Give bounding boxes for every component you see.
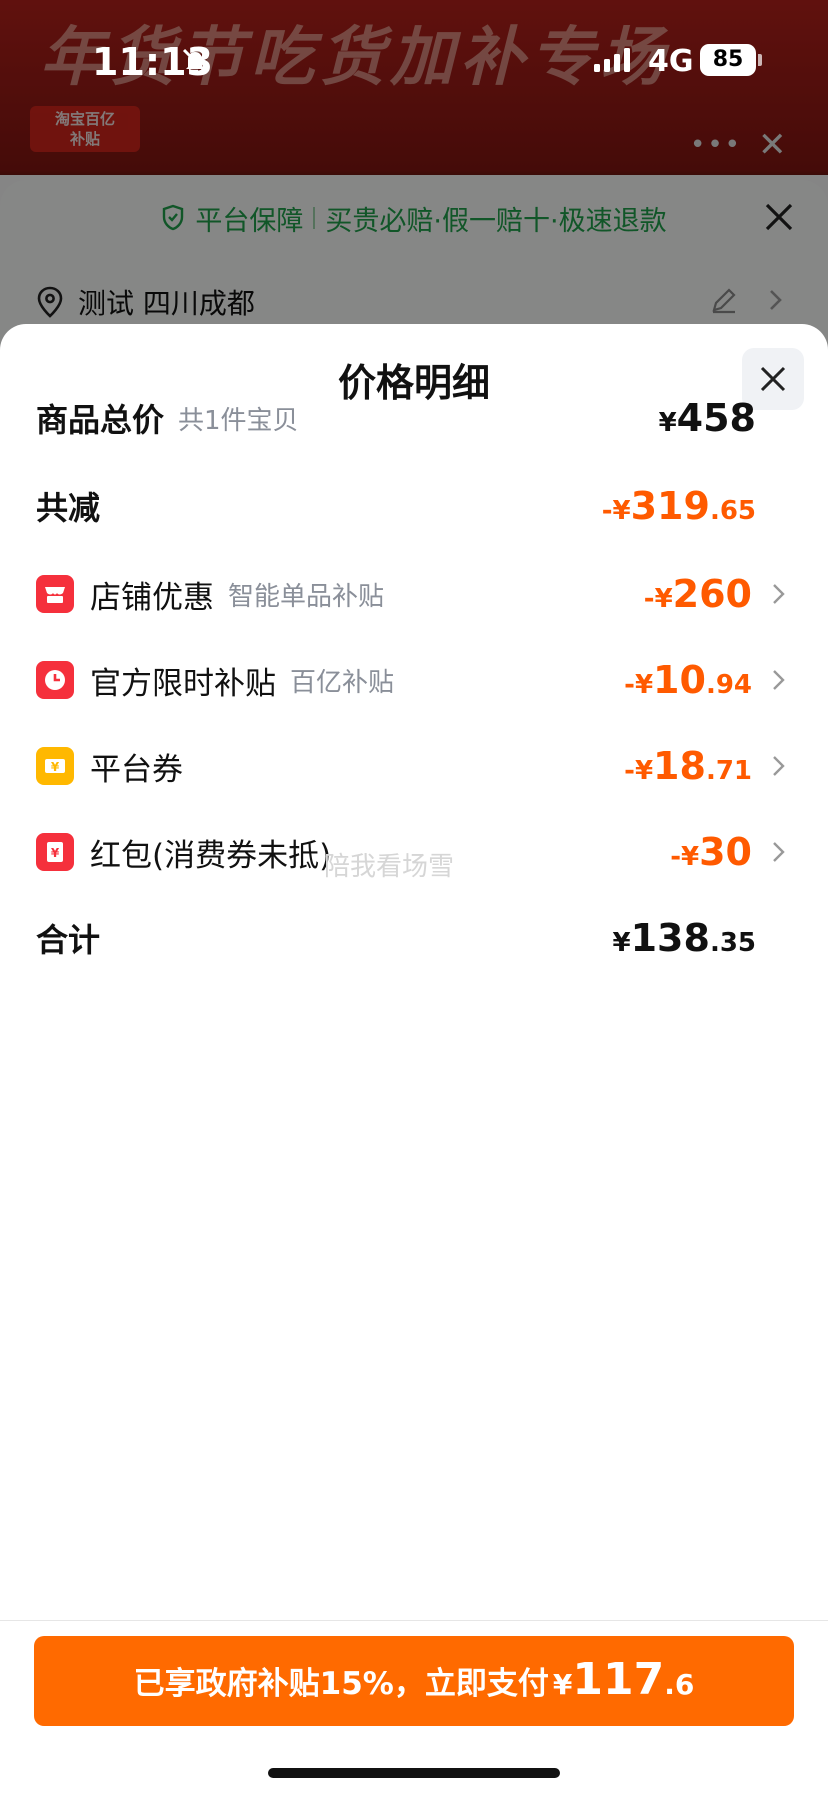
- pay-button-label: 已享政府补贴15%，立即支付: [133, 1666, 549, 1702]
- chevron-right-icon[interactable]: [772, 582, 786, 606]
- currency: ¥: [612, 928, 631, 958]
- amount-dec: .94: [705, 670, 752, 700]
- silent-bell-icon: [182, 48, 208, 74]
- row-goods-total: 商品总价 共1件宝贝 ¥458: [36, 388, 792, 448]
- pay-currency: ¥: [552, 1668, 573, 1701]
- battery-icon: 85: [700, 44, 756, 76]
- row-label: 平台券: [90, 751, 183, 788]
- svg-text:¥: ¥: [51, 846, 60, 860]
- footer-divider: [0, 1620, 828, 1621]
- row-label: 共减: [36, 489, 101, 527]
- amount-dec: .35: [709, 928, 756, 958]
- row-label: 红包(消费券未抵): [90, 837, 332, 874]
- row-platform-coupon[interactable]: ¥ 平台券 -¥18.71: [36, 736, 792, 796]
- pay-amount-dec: .6: [664, 1668, 695, 1701]
- home-indicator[interactable]: [268, 1768, 560, 1778]
- row-sub: 共1件宝贝: [178, 405, 299, 436]
- row-shop-discount[interactable]: 店铺优惠 智能单品补贴 -¥260: [36, 564, 792, 624]
- coupon-icon: ¥: [36, 747, 74, 785]
- amount-int: 18: [653, 744, 706, 788]
- row-label: 官方限时补贴: [90, 665, 276, 702]
- amount-int: 10: [653, 658, 706, 702]
- row-label: 合计: [36, 921, 101, 959]
- row-value: -¥260: [644, 572, 752, 616]
- chevron-right-icon[interactable]: [772, 840, 786, 864]
- row-grand-total: 合计 ¥138.35: [36, 908, 792, 968]
- signal-icon: [594, 48, 630, 72]
- red-packet-icon: ¥: [36, 833, 74, 871]
- row-total-reduction: 共减 -¥319.65: [36, 476, 792, 536]
- row-official-subsidy[interactable]: 官方限时补贴 百亿补贴 -¥10.94: [36, 650, 792, 710]
- amount-int: 138: [630, 916, 710, 960]
- svg-text:¥: ¥: [51, 760, 60, 774]
- amount-int: 319: [630, 484, 710, 528]
- row-value: -¥319.65: [602, 484, 756, 528]
- currency: ¥: [658, 408, 677, 438]
- chevron-right-icon[interactable]: [772, 754, 786, 778]
- currency: -¥: [670, 842, 700, 872]
- amount-dec: .65: [709, 496, 756, 526]
- currency: -¥: [624, 670, 654, 700]
- amount-int: 458: [676, 396, 756, 440]
- row-label: 店铺优惠: [90, 579, 214, 616]
- row-value: -¥30: [670, 830, 752, 874]
- currency: -¥: [624, 756, 654, 786]
- store-icon: [36, 575, 74, 613]
- battery-cap: [758, 54, 762, 66]
- clock-icon: [36, 661, 74, 699]
- amount-int: 260: [672, 572, 752, 616]
- row-value: ¥458: [659, 396, 756, 440]
- currency: -¥: [601, 496, 631, 526]
- price-detail-sheet: 价格明细 商品总价 共1件宝贝 ¥458 共减 -¥319.65 店铺优惠 智能…: [0, 324, 828, 1796]
- watermark-text: 陪我看场雪: [324, 852, 455, 882]
- currency: -¥: [643, 584, 673, 614]
- amount-dec: .71: [705, 756, 752, 786]
- row-sub: 百亿补贴: [290, 667, 395, 698]
- chevron-right-icon[interactable]: [772, 668, 786, 692]
- pay-amount-int: 117: [572, 1654, 665, 1705]
- status-bar: 11:13 4G 85: [0, 0, 828, 120]
- row-value: ¥138.35: [613, 916, 756, 960]
- row-label: 商品总价: [36, 401, 165, 439]
- pay-now-button[interactable]: 已享政府补贴15%，立即支付 ¥ 117 .6: [34, 1636, 794, 1726]
- network-type: 4G: [648, 44, 694, 79]
- row-value: -¥10.94: [624, 658, 752, 702]
- row-value: -¥18.71: [624, 744, 752, 788]
- row-sub: 智能单品补贴: [228, 581, 385, 612]
- amount-int: 30: [699, 830, 752, 874]
